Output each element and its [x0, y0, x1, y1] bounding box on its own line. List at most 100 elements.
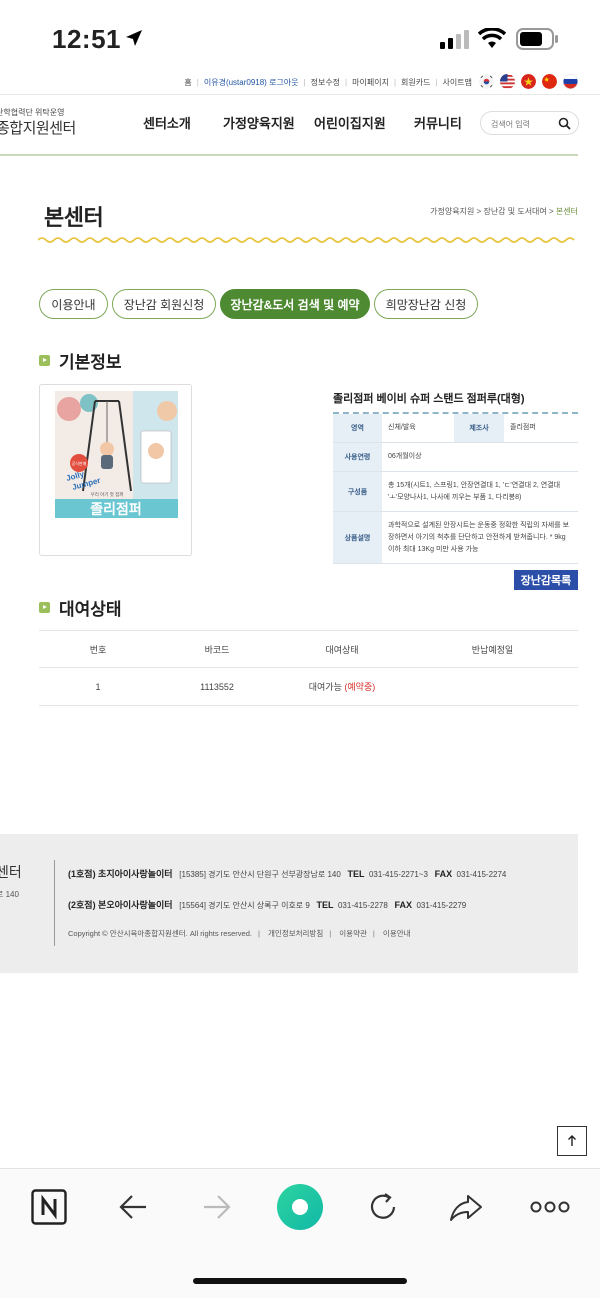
back-icon[interactable]: [118, 1189, 150, 1225]
refresh-icon[interactable]: [365, 1189, 401, 1225]
cell-no: 1: [95, 681, 101, 692]
tab-wish-toy[interactable]: 희망장난감 신청: [374, 289, 478, 319]
product-image: 공식판매 Jolly Jumper 우리 아기 첫 점퍼 졸리점퍼: [39, 384, 192, 556]
nav-community[interactable]: 커뮤니티: [414, 113, 462, 132]
breadcrumb-item[interactable]: 가정양육지원: [430, 207, 474, 216]
cell-barcode: 1113552: [200, 681, 234, 692]
info-label: 구성품: [333, 472, 382, 511]
search-input[interactable]: [491, 120, 561, 129]
kr-flag-icon[interactable]: [479, 74, 494, 89]
info-row: 영역 신체/발육 제조사 졸리점퍼: [333, 414, 578, 443]
info-row: 상품설명 과학적으로 설계된 안장시트는 운동중 정확한 직립의 자세를 보장하…: [333, 512, 578, 564]
section-basic-info: 기본정보: [39, 348, 122, 373]
bullet-icon: [39, 355, 50, 366]
us-flag-icon[interactable]: [500, 74, 515, 89]
nav-daycare-support[interactable]: 어린이집지원: [314, 113, 386, 132]
info-value: 과학적으로 설계된 안장시트는 운동중 정확한 직립의 자세를 보장하면서 아기…: [388, 521, 570, 553]
info-value: 졸리점퍼: [510, 424, 536, 431]
share-icon[interactable]: [448, 1189, 484, 1225]
nav-center-intro[interactable]: 센터소개: [143, 113, 191, 132]
section-title: 기본정보: [59, 353, 122, 372]
footer-divider: [54, 860, 55, 946]
home-indicator: [193, 1278, 407, 1284]
product-photo: 공식판매 Jolly Jumper 우리 아기 첫 점퍼 졸리점퍼: [55, 391, 178, 518]
green-dot-icon[interactable]: [276, 1183, 324, 1231]
privacy-link[interactable]: 개인정보처리방침: [268, 929, 323, 938]
info-row: 구성품 총 15개(시트1, 스프링1, 안장연결대 1, 'ㄷ'연결대 2, …: [333, 472, 578, 512]
browser-toolbar: [0, 1168, 600, 1298]
branch-1-info: (1호점) 초지아이사랑놀이터 [15385] 경기도 안산시 단원구 선부광장…: [68, 867, 506, 880]
wifi-icon: [478, 28, 506, 48]
clock: 12:51: [52, 24, 121, 54]
cellular-signal-icon: [440, 30, 469, 49]
site-header: 산학협력단 위탁운영 종합지원센터 센터소개 가정양육지원 어린이집지원 커뮤니…: [0, 95, 600, 155]
location-arrow-icon: [126, 30, 142, 46]
column-header: 번호: [89, 644, 107, 655]
copyright-text: Copyright © 안산시육아종합지원센터. All rights rese…: [68, 929, 252, 938]
section-rental-status: 대여상태: [39, 595, 122, 620]
svg-text:공식판매: 공식판매: [72, 460, 87, 466]
column-header: 대여상태: [325, 644, 359, 655]
arrow-up-icon: [568, 1135, 576, 1146]
status-bar: 12:51: [0, 0, 600, 80]
vn-flag-icon[interactable]: [521, 74, 536, 89]
forward-icon[interactable]: [200, 1189, 232, 1225]
sitemap-link[interactable]: 사이트맵: [443, 77, 472, 88]
logout-link[interactable]: 이유경(ustar0918) 로그아웃: [204, 77, 299, 88]
home-link[interactable]: 홈: [184, 77, 191, 88]
scroll-top-button[interactable]: [557, 1126, 587, 1156]
footer-address: 로 140: [0, 890, 19, 899]
tel-number: 031-415-2271~3: [368, 870, 428, 879]
cn-flag-icon[interactable]: [542, 74, 557, 89]
nav-home-childcare[interactable]: 가정양육지원: [223, 113, 295, 132]
mypage-link[interactable]: 마이페이지: [352, 77, 389, 88]
member-card-link[interactable]: 회원카드: [401, 77, 430, 88]
table-row: 1 1113552 대여가능 (예약중): [39, 668, 578, 706]
reserved-badge: (예약중): [344, 682, 376, 692]
naver-home-icon[interactable]: [31, 1189, 67, 1225]
bullet-icon: [39, 602, 50, 613]
footer-logo: 센터: [0, 864, 22, 880]
info-value: 신체/발육: [388, 424, 416, 431]
sub-tabs: 이용안내 장난감 회원신청 장난감&도서 검색 및 예약 희망장난감 신청: [39, 289, 478, 319]
page-title: 본센터: [44, 205, 104, 230]
fax-label: FAX: [394, 900, 412, 910]
search-box: [480, 111, 579, 135]
fax-number: 031-415-2274: [456, 870, 507, 879]
info-value: 총 15개(시트1, 스프링1, 안장연결대 1, 'ㄷ'연결대 2, 연결대 …: [388, 481, 561, 501]
tel-label: TEL: [347, 869, 365, 879]
tab-toy-membership[interactable]: 장난감 회원신청: [112, 289, 216, 319]
tel-number: 031-415-2278: [337, 901, 388, 910]
copyright: Copyright © 안산시육아종합지원센터. All rights rese…: [68, 929, 411, 938]
terms-link[interactable]: 이용약관: [339, 929, 367, 938]
info-row: 사용연령 06개월이상: [333, 443, 578, 472]
fax-number: 031-415-2279: [416, 901, 467, 910]
info-label: 상품설명: [333, 512, 382, 563]
tab-search-reserve[interactable]: 장난감&도서 검색 및 예약: [220, 289, 370, 319]
cell-status: 대여가능 (예약중): [277, 680, 407, 693]
info-label: 영역: [333, 414, 382, 442]
info-label: 사용연령: [333, 443, 382, 471]
breadcrumb: 가정양육지원 > 장난감 및 도서대여 > 본센터: [430, 207, 578, 216]
more-icon[interactable]: [530, 1189, 570, 1225]
tab-usage-guide[interactable]: 이용안내: [39, 289, 108, 319]
utility-bar: 홈 | 이유경(ustar0918) 로그아웃 | 정보수정 | 마이페이지 | 회원카…: [0, 74, 600, 92]
rental-table: 번호 바코드 대여상태 반납예정일 1 1113552 대여가능 (예약중): [39, 630, 578, 706]
guide-link[interactable]: 이용안내: [383, 929, 411, 938]
tel-label: TEL: [316, 900, 334, 910]
logo[interactable]: 종합지원센터: [0, 117, 76, 138]
product-info-table: 영역 신체/발육 제조사 졸리점퍼 사용연령 06개월이상 구성품 총 15개(…: [333, 412, 578, 564]
ru-flag-icon[interactable]: [563, 74, 578, 89]
edit-info-link[interactable]: 정보수정: [311, 77, 340, 88]
table-header: 번호 바코드 대여상태 반납예정일: [39, 630, 578, 668]
search-icon[interactable]: [558, 117, 571, 130]
battery-icon: [516, 28, 558, 50]
column-header: 반납예정일: [471, 644, 514, 655]
column-header: 바코드: [204, 644, 230, 655]
svg-text:우리 아기 첫 점퍼: 우리 아기 첫 점퍼: [91, 491, 124, 498]
breadcrumb-item[interactable]: 장난감 및 도서대여: [483, 207, 546, 216]
toy-list-button[interactable]: 장난감목록: [514, 570, 578, 590]
branch-address: [15385] 경기도 안산시 단원구 선부광장남로 140: [179, 870, 341, 879]
header-divider: [0, 154, 578, 156]
branch-address: [15564] 경기도 안산시 상록구 이호로 9: [179, 901, 310, 910]
